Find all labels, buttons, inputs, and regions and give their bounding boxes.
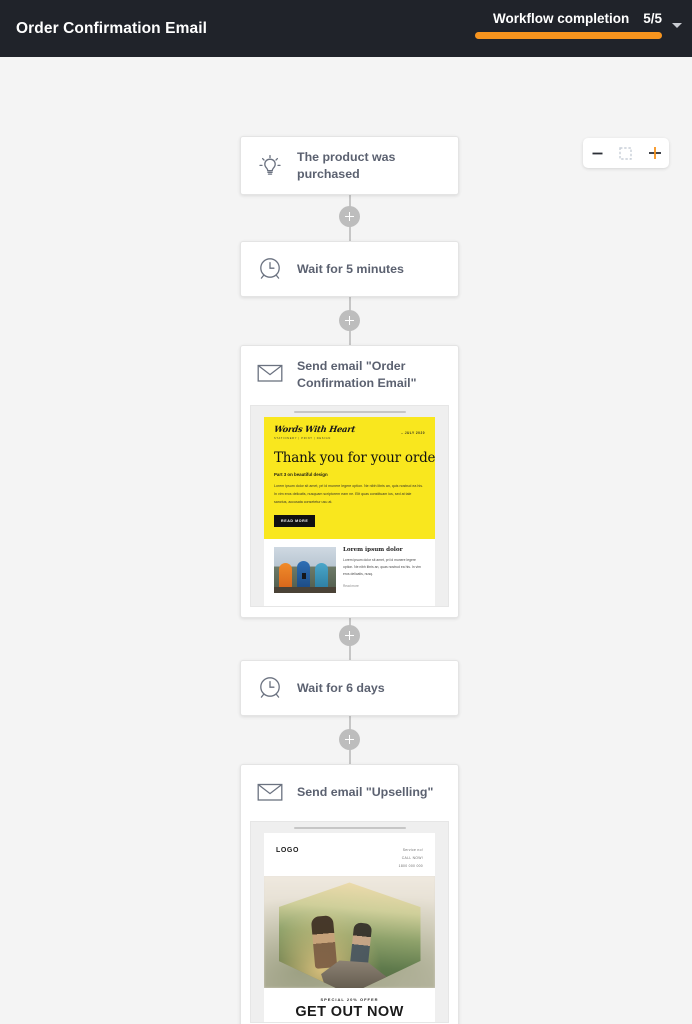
clock-icon <box>255 254 285 284</box>
email-contact-block: Service no! CALL NOW! 1800 000 000 <box>399 847 423 870</box>
email-product-block: Lorem ipsum dolor Lorem ipsum dolor sit … <box>264 539 435 604</box>
email-body: Words With Heart STATIONERY | PRINT | DE… <box>264 417 435 607</box>
node-header: Send email "Upselling" <box>241 765 458 819</box>
cta-text: GET OUT NOW <box>295 1004 404 1021</box>
workflow-node-email-order-confirmation[interactable]: Send email "Order Confirmation Email" Wo… <box>240 345 459 619</box>
add-step-button[interactable] <box>339 625 360 646</box>
product-image <box>274 547 336 594</box>
completion-progress-bar <box>475 32 662 39</box>
lightbulb-icon <box>255 151 285 181</box>
workflow-node-wait-days[interactable]: Wait for 6 days <box>240 660 459 716</box>
top-bar: Order Confirmation Email Workflow comple… <box>0 0 692 57</box>
offer-text: SPECIAL 20% OFFER <box>320 997 379 1003</box>
product-read-more-link[interactable]: Read more <box>343 584 425 588</box>
workflow-node-wait-minutes[interactable]: Wait for 5 minutes <box>240 241 459 297</box>
node-header: Send email "Order Confirmation Email" <box>241 346 458 403</box>
contact-line-3: 1800 000 000 <box>398 863 423 868</box>
envelope-icon <box>255 777 285 807</box>
contact-line-1: Service no! <box>402 848 423 852</box>
chevron-down-icon[interactable] <box>672 23 682 28</box>
fit-to-screen-button[interactable] <box>615 142 637 164</box>
email-body-text: Lorem ipsum dolor sit amet, pri id muner… <box>274 484 424 505</box>
email-cta-button[interactable]: READ MORE <box>274 515 316 528</box>
envelope-icon <box>255 358 285 388</box>
page-title: Order Confirmation Email <box>16 19 208 37</box>
node-label: Wait for 6 days <box>297 680 385 695</box>
workflow-node-trigger[interactable]: The product was purchased <box>240 136 459 196</box>
email-hero-image: DISCOVER <box>264 876 435 989</box>
node-label: Wait for 5 minutes <box>297 261 404 276</box>
email-headline: Thank you for your order! <box>274 450 435 467</box>
email-preview-upselling[interactable]: LOGO Service no! CALL NOW! 1800 000 000 … <box>250 821 449 1023</box>
node-label: Send email "Upselling" <box>297 784 434 799</box>
email-subheadline: Part 3 on beautiful design <box>274 472 328 478</box>
email-preview-order-confirmation[interactable]: Words With Heart STATIONERY | PRINT | DE… <box>250 405 449 608</box>
product-body-text: Lorem ipsum dolor sit amet, pri id muner… <box>343 558 421 577</box>
email-brand-subtitle: STATIONERY | PRINT | DESIGN <box>274 437 331 441</box>
workflow-node-email-upselling[interactable]: Send email "Upselling" LOGO Service no! … <box>240 764 459 1024</box>
completion-count: 5/5 <box>643 11 662 26</box>
node-header: Wait for 6 days <box>241 661 458 715</box>
add-step-button[interactable] <box>339 729 360 750</box>
node-header: The product was purchased <box>241 137 458 194</box>
email-logo: LOGO <box>276 847 300 854</box>
workflow-completion: Workflow completion 5/5 <box>475 11 662 39</box>
clock-icon <box>255 673 285 703</box>
node-label: Send email "Order Confirmation Email" <box>297 359 417 390</box>
email-hero-yellow: Words With Heart STATIONERY | PRINT | DE… <box>264 417 435 540</box>
email-date: – JULY 2020 <box>401 431 425 436</box>
completion-label: Workflow completion <box>492 11 630 26</box>
node-label: The product was purchased <box>297 150 396 181</box>
node-header: Wait for 5 minutes <box>241 242 458 296</box>
email-header-row: LOGO Service no! CALL NOW! 1800 000 000 <box>264 833 435 877</box>
add-step-button[interactable] <box>339 206 360 227</box>
zoom-in-button[interactable] <box>644 142 666 164</box>
email-browser-note <box>251 406 448 417</box>
email-body: LOGO Service no! CALL NOW! 1800 000 000 … <box>264 833 435 1022</box>
zoom-out-button[interactable] <box>586 142 608 164</box>
email-footer: SPECIAL 20% OFFER GET OUT NOW <box>264 988 435 1021</box>
add-step-button[interactable] <box>339 310 360 331</box>
email-browser-note <box>251 822 448 833</box>
workflow-canvas: The product was purchased Wait for 5 min… <box>0 57 692 1024</box>
contact-line-2: CALL NOW! <box>401 855 423 860</box>
email-brand-name: Words With Heart <box>273 425 356 436</box>
product-title: Lorem ipsum dolor <box>343 547 403 554</box>
completion-progress-fill <box>475 32 662 39</box>
zoom-controls <box>583 138 669 168</box>
